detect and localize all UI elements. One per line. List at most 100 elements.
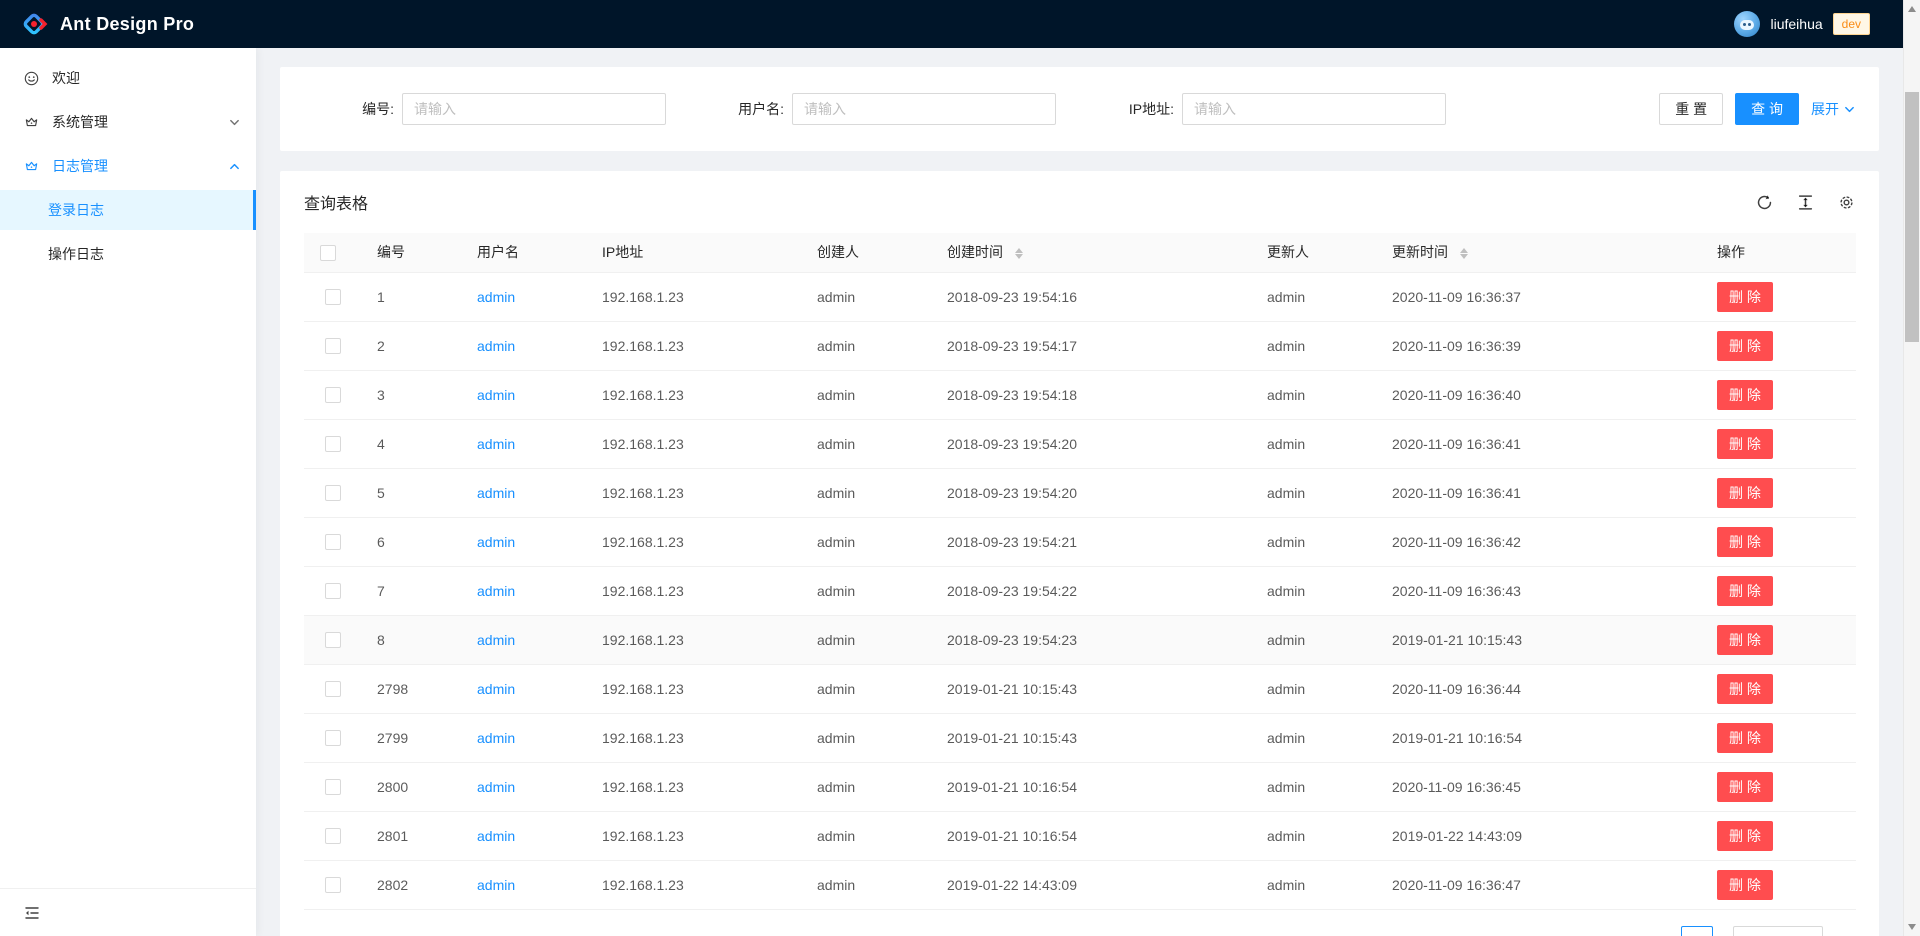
sidebar-item-log-mgmt[interactable]: 日志管理 bbox=[0, 146, 256, 186]
cell-ip: 192.168.1.23 bbox=[586, 860, 801, 909]
cell-create-time: 2019-01-22 14:43:09 bbox=[931, 860, 1251, 909]
cell-id: 6 bbox=[361, 517, 461, 566]
row-checkbox[interactable] bbox=[325, 534, 341, 550]
username-link[interactable]: admin bbox=[477, 534, 515, 550]
username-link[interactable]: admin bbox=[477, 730, 515, 746]
chevron-down-icon bbox=[1844, 104, 1855, 115]
username-link[interactable]: admin bbox=[477, 583, 515, 599]
ip-input[interactable] bbox=[1182, 93, 1446, 125]
sidebar-item-operation-log[interactable]: 操作日志 bbox=[0, 234, 256, 274]
cell-id: 8 bbox=[361, 615, 461, 664]
cell-create-time: 2018-09-23 19:54:21 bbox=[931, 517, 1251, 566]
delete-button[interactable]: 删 除 bbox=[1717, 282, 1773, 312]
query-table-card: 查询表格 编号 用 bbox=[280, 171, 1879, 936]
username-link[interactable]: admin bbox=[477, 632, 515, 648]
cell-ip: 192.168.1.23 bbox=[586, 272, 801, 321]
delete-button[interactable]: 删 除 bbox=[1717, 331, 1773, 361]
cell-id: 2799 bbox=[361, 713, 461, 762]
username-link[interactable]: admin bbox=[477, 338, 515, 354]
row-checkbox[interactable] bbox=[325, 289, 341, 305]
app-title: Ant Design Pro bbox=[60, 14, 194, 35]
sidebar-subitem-label: 操作日志 bbox=[48, 244, 104, 264]
reset-button[interactable]: 重 置 bbox=[1659, 93, 1723, 125]
cell-ip: 192.168.1.23 bbox=[586, 664, 801, 713]
username-link[interactable]: admin bbox=[477, 877, 515, 893]
user-avatar[interactable] bbox=[1734, 11, 1760, 37]
delete-button[interactable]: 删 除 bbox=[1717, 625, 1773, 655]
delete-button[interactable]: 删 除 bbox=[1717, 478, 1773, 508]
username-link[interactable]: admin bbox=[477, 779, 515, 795]
username-input[interactable] bbox=[792, 93, 1056, 125]
row-checkbox[interactable] bbox=[325, 485, 341, 501]
sidebar-item-login-log[interactable]: 登录日志 bbox=[0, 190, 256, 230]
row-checkbox[interactable] bbox=[325, 338, 341, 354]
pagination-size-select[interactable] bbox=[1733, 926, 1823, 936]
username-link[interactable]: admin bbox=[477, 387, 515, 403]
scrollbar-up-arrow[interactable] bbox=[1908, 6, 1916, 12]
menu-fold-icon[interactable] bbox=[24, 905, 40, 921]
sidebar-subitem-label: 登录日志 bbox=[48, 200, 104, 220]
cell-id: 2802 bbox=[361, 860, 461, 909]
cell-create-time: 2018-09-23 19:54:20 bbox=[931, 419, 1251, 468]
username-link[interactable]: admin bbox=[477, 681, 515, 697]
column-header-create-time[interactable]: 创建时间 bbox=[931, 233, 1251, 272]
cell-create-time: 2019-01-21 10:15:43 bbox=[931, 713, 1251, 762]
cell-ip: 192.168.1.23 bbox=[586, 615, 801, 664]
delete-button[interactable]: 删 除 bbox=[1717, 380, 1773, 410]
cell-id: 2 bbox=[361, 321, 461, 370]
delete-button[interactable]: 删 除 bbox=[1717, 772, 1773, 802]
username-link[interactable]: admin bbox=[477, 436, 515, 452]
select-all-checkbox[interactable] bbox=[320, 245, 336, 261]
column-header-update-time[interactable]: 更新时间 bbox=[1376, 233, 1701, 272]
row-checkbox[interactable] bbox=[325, 877, 341, 893]
id-input[interactable] bbox=[402, 93, 666, 125]
cell-create-time: 2018-09-23 19:54:16 bbox=[931, 272, 1251, 321]
pagination-active-page[interactable] bbox=[1681, 926, 1713, 936]
row-checkbox[interactable] bbox=[325, 779, 341, 795]
delete-button[interactable]: 删 除 bbox=[1717, 576, 1773, 606]
table-row: 2798 admin 192.168.1.23 admin 2019-01-21… bbox=[304, 664, 1856, 713]
cell-update-time: 2020-11-09 16:36:37 bbox=[1376, 272, 1701, 321]
row-checkbox[interactable] bbox=[325, 828, 341, 844]
row-checkbox[interactable] bbox=[325, 681, 341, 697]
cell-creator: admin bbox=[801, 566, 931, 615]
row-checkbox[interactable] bbox=[325, 436, 341, 452]
row-checkbox[interactable] bbox=[325, 583, 341, 599]
reload-icon[interactable] bbox=[1756, 194, 1773, 211]
cell-id: 1 bbox=[361, 272, 461, 321]
sidebar-item-welcome[interactable]: 欢迎 bbox=[0, 58, 256, 98]
cell-ip: 192.168.1.23 bbox=[586, 321, 801, 370]
cell-update-time: 2020-11-09 16:36:41 bbox=[1376, 468, 1701, 517]
settings-icon[interactable] bbox=[1838, 194, 1855, 211]
vertical-scrollbar[interactable] bbox=[1903, 0, 1920, 936]
row-checkbox[interactable] bbox=[325, 387, 341, 403]
cell-updater: admin bbox=[1251, 468, 1376, 517]
query-button[interactable]: 查 询 bbox=[1735, 93, 1799, 125]
column-header-updater: 更新人 bbox=[1251, 233, 1376, 272]
sidebar-item-system-mgmt[interactable]: 系统管理 bbox=[0, 102, 256, 142]
logo[interactable]: Ant Design Pro bbox=[20, 10, 194, 38]
cell-updater: admin bbox=[1251, 566, 1376, 615]
column-height-icon[interactable] bbox=[1797, 194, 1814, 211]
username-link[interactable]: admin bbox=[477, 289, 515, 305]
delete-button[interactable]: 删 除 bbox=[1717, 527, 1773, 557]
username-link[interactable]: admin bbox=[477, 485, 515, 501]
expand-link[interactable]: 展开 bbox=[1811, 99, 1855, 119]
delete-button[interactable]: 删 除 bbox=[1717, 429, 1773, 459]
delete-button[interactable]: 删 除 bbox=[1717, 870, 1773, 900]
delete-button[interactable]: 删 除 bbox=[1717, 723, 1773, 753]
pagination bbox=[280, 926, 1823, 936]
table-row: 2800 admin 192.168.1.23 admin 2019-01-21… bbox=[304, 762, 1856, 811]
delete-button[interactable]: 删 除 bbox=[1717, 821, 1773, 851]
scrollbar-down-arrow[interactable] bbox=[1908, 924, 1916, 930]
app-header: Ant Design Pro liufeihua dev bbox=[0, 0, 1920, 48]
header-username[interactable]: liufeihua bbox=[1770, 16, 1822, 32]
table-row: 2802 admin 192.168.1.23 admin 2019-01-22… bbox=[304, 860, 1856, 909]
row-checkbox[interactable] bbox=[325, 632, 341, 648]
scrollbar-thumb[interactable] bbox=[1905, 92, 1919, 342]
chevron-up-icon bbox=[229, 161, 240, 172]
username-link[interactable]: admin bbox=[477, 828, 515, 844]
delete-button[interactable]: 删 除 bbox=[1717, 674, 1773, 704]
row-checkbox[interactable] bbox=[325, 730, 341, 746]
cell-update-time: 2020-11-09 16:36:39 bbox=[1376, 321, 1701, 370]
